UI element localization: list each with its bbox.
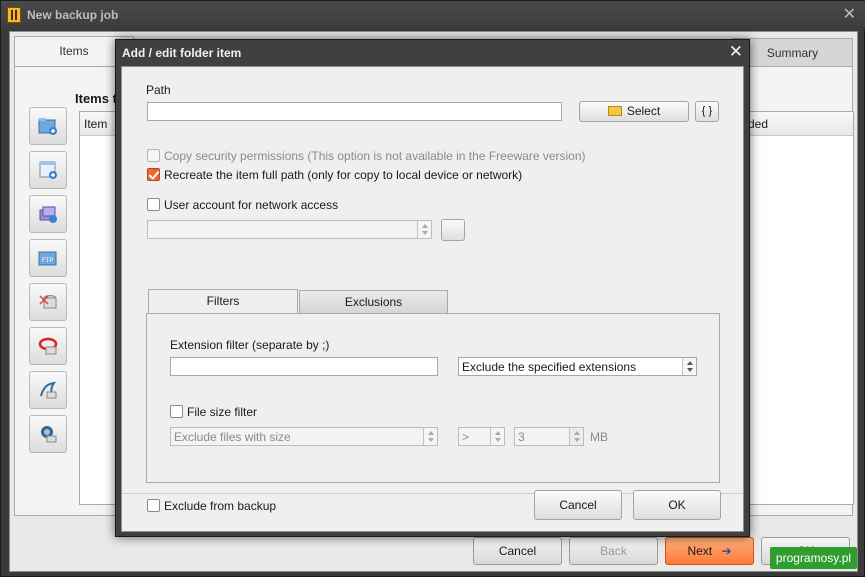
add-folder-button[interactable] — [29, 107, 67, 145]
app-logo-icon — [7, 7, 21, 23]
add-oracle-button[interactable] — [29, 327, 67, 365]
copy-security-label: Copy security permissions (This option i… — [164, 149, 586, 163]
updown-arrows-icon — [417, 221, 431, 238]
oracle-icon — [38, 337, 58, 355]
add-postgresql-button[interactable] — [29, 415, 67, 453]
select-label: Select — [626, 104, 661, 118]
next-label: Next — [687, 544, 713, 558]
ftp-icon: FTP — [38, 251, 57, 266]
user-account-edit-button[interactable] — [441, 219, 465, 241]
spinner-arrows-icon — [569, 428, 583, 445]
back-button[interactable]: Back — [569, 537, 658, 565]
tab-exclusions[interactable]: Exclusions — [299, 290, 448, 314]
dialog-title: Add / edit folder item — [122, 46, 242, 60]
add-ftp-button[interactable]: FTP — [29, 239, 67, 277]
extension-filter-field[interactable] — [170, 357, 438, 376]
size-mode-select[interactable]: Exclude files with size — [170, 427, 438, 446]
extension-filter-input[interactable] — [171, 358, 437, 375]
recreate-path-checkbox[interactable] — [147, 168, 160, 181]
folder-add-icon — [38, 118, 57, 135]
user-account-label: User account for network access — [164, 198, 339, 212]
add-network-button[interactable] — [29, 195, 67, 233]
extension-mode-value: Exclude the specified extensions — [462, 360, 637, 374]
updown-arrows-icon — [423, 428, 437, 445]
tab-summary[interactable]: Summary — [732, 38, 853, 66]
size-operator-select[interactable]: > — [458, 427, 505, 446]
dialog-body: Path Select { } Copy security permission… — [121, 66, 744, 532]
exclude-from-backup-checkbox[interactable] — [147, 499, 160, 512]
tab-filters[interactable]: Filters — [148, 289, 298, 314]
user-account-checkbox[interactable] — [147, 198, 160, 211]
file-size-filter-label: File size filter — [187, 405, 258, 419]
recreate-path-label: Recreate the item full path (only for co… — [164, 168, 523, 182]
select-button[interactable]: Select — [579, 101, 689, 122]
main-titlebar: New backup job ✕ — [1, 1, 865, 29]
size-operator-value: > — [462, 430, 470, 444]
postgresql-icon — [41, 426, 57, 443]
column-item[interactable]: Item — [84, 117, 107, 131]
dialog-ok-button[interactable]: OK — [633, 490, 721, 520]
main-close-icon[interactable]: ✕ — [843, 4, 856, 24]
mysql-dolphin-icon — [40, 381, 57, 399]
size-value: 3 — [518, 430, 525, 444]
watermark-logo: programosy.pl — [770, 547, 857, 569]
column-included[interactable]: ded — [748, 117, 768, 131]
size-mode-value: Exclude files with size — [174, 430, 291, 444]
extension-mode-select[interactable]: Exclude the specified extensions — [458, 357, 697, 376]
arrow-right-icon: ➔ — [721, 544, 732, 558]
add-file-button[interactable] — [29, 151, 67, 189]
size-value-spinner[interactable]: 3 — [514, 427, 584, 446]
updown-arrows-icon — [682, 358, 696, 375]
path-label: Path — [146, 83, 171, 97]
dialog-titlebar: Add / edit folder item ✕ — [116, 40, 749, 66]
network-folder-icon — [39, 206, 57, 223]
file-add-icon — [39, 161, 57, 179]
path-input[interactable] — [148, 103, 561, 120]
copy-security-checkbox[interactable] — [147, 149, 160, 162]
file-size-filter-checkbox[interactable] — [170, 405, 183, 418]
folder-item-dialog: Add / edit folder item ✕ Path Select { }… — [115, 39, 750, 537]
next-button[interactable]: Next ➔ — [665, 537, 754, 565]
svg-text:FTP: FTP — [42, 258, 53, 264]
dialog-cancel-button[interactable]: Cancel — [534, 490, 622, 520]
close-icon[interactable]: ✕ — [729, 42, 743, 62]
variables-button[interactable]: { } — [695, 101, 719, 122]
exclude-from-backup-label: Exclude from backup — [164, 499, 277, 513]
filters-panel: Extension filter (separate by ;) Exclude… — [146, 313, 720, 483]
updown-arrows-icon — [490, 428, 504, 445]
add-sql-server-button[interactable] — [29, 283, 67, 321]
items-heading: Items t — [75, 91, 117, 106]
extension-filter-label: Extension filter (separate by ;) — [170, 338, 330, 352]
main-window-title: New backup job — [27, 8, 119, 22]
sql-server-icon — [39, 295, 57, 309]
size-unit-label: MB — [590, 430, 608, 444]
path-field[interactable] — [147, 102, 562, 121]
folder-open-icon — [607, 106, 622, 116]
user-account-combo[interactable] — [147, 220, 432, 239]
main-cancel-button[interactable]: Cancel — [473, 537, 562, 565]
add-mysql-button[interactable] — [29, 371, 67, 409]
